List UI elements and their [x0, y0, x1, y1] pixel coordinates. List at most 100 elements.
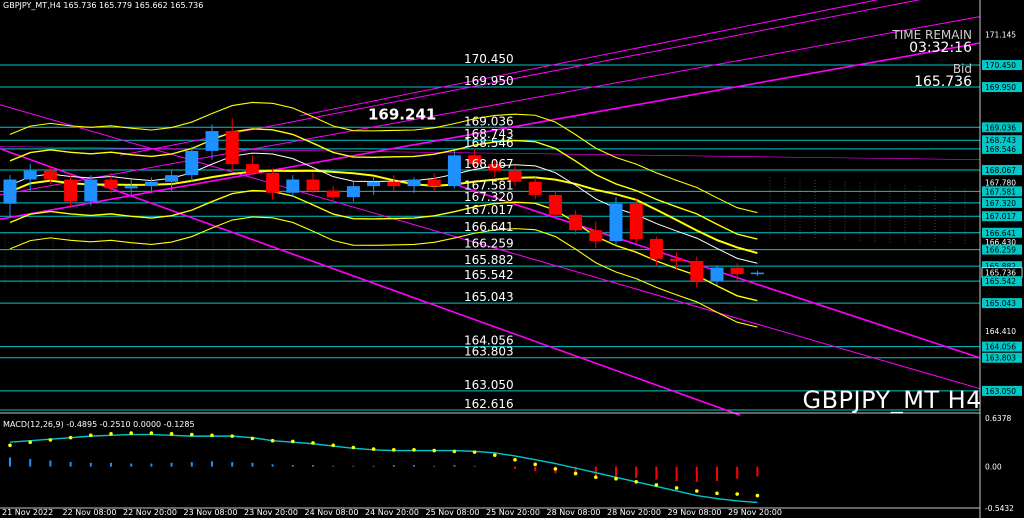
candle-body	[185, 150, 199, 176]
candle-body	[387, 181, 401, 187]
candle-body	[84, 179, 98, 202]
macd-tick-label: 0.6378	[985, 414, 1011, 423]
candle-body	[165, 175, 179, 182]
candle-body	[447, 155, 461, 187]
price-tick-label: 164.056	[985, 343, 1016, 352]
price-tick-label: 163.050	[985, 387, 1016, 396]
macd-dot	[210, 433, 214, 438]
macd-dot	[634, 480, 638, 484]
macd-dot	[614, 476, 618, 481]
candle-body	[3, 179, 17, 204]
time-tick-label: 29 Nov 08:00	[668, 508, 722, 517]
time-tick-label: 24 Nov 20:00	[365, 508, 419, 517]
price-tick-label: 166.641	[985, 229, 1016, 238]
macd-dot	[68, 435, 73, 440]
level-label: 168.067	[464, 157, 514, 171]
time-tick-label: 23 Nov 20:00	[244, 508, 298, 517]
candle-body	[710, 267, 724, 281]
time-tick-label: 28 Nov 20:00	[607, 508, 661, 517]
price-chart[interactable]: 170.450169.950169.036168.743168.546168.0…	[0, 0, 1024, 518]
candle-body	[124, 186, 138, 189]
high-label: 169.241	[368, 105, 436, 123]
macd-dot	[755, 493, 760, 498]
time-tick-label: 23 Nov 08:00	[184, 508, 238, 517]
price-tick-label: 171.145	[985, 30, 1016, 39]
time-tick-label: 25 Nov 08:00	[426, 508, 480, 517]
macd-dot	[654, 483, 659, 487]
channel-line	[299, 0, 879, 117]
macd-dot	[48, 438, 53, 442]
candle-body	[730, 267, 744, 275]
macd-dot	[109, 432, 113, 436]
macd-signal-line	[9, 433, 758, 504]
macd-header: MACD(12,26,9) -0.4895 -0.2510 0.0000 -0.…	[3, 420, 195, 429]
level-label: 163.050	[464, 378, 514, 392]
macd-dot	[89, 433, 93, 438]
candle-body	[346, 186, 360, 198]
price-tick-label: 166.259	[985, 246, 1016, 255]
price-tick-label: 163.803	[985, 354, 1016, 363]
time-tick-label: 22 Nov 08:00	[63, 508, 117, 517]
price-tick-label: 168.546	[985, 145, 1016, 154]
candle-body	[104, 179, 118, 189]
macd-dot	[432, 448, 437, 453]
macd-dot	[351, 445, 356, 450]
price-tick-label: 165.542	[985, 277, 1016, 286]
macd-dot	[291, 439, 295, 444]
price-tick-label: 167.320	[985, 199, 1016, 208]
time-tick-label: 21 Nov 2022	[2, 508, 53, 517]
macd-dot	[169, 432, 174, 436]
time-tick-label: 29 Nov 20:00	[728, 508, 782, 517]
macd-dot	[371, 447, 376, 451]
candle-body	[528, 181, 542, 195]
level-label: 165.043	[464, 290, 514, 304]
macd-dot	[190, 432, 194, 437]
price-tick-label: 167.581	[985, 187, 1016, 196]
macd-dot	[674, 486, 679, 490]
macd-dot	[472, 450, 477, 454]
bid-value: 165.736	[914, 74, 972, 90]
macd-dot	[129, 431, 133, 435]
candle-body	[670, 258, 684, 261]
level-label: 165.882	[464, 253, 514, 267]
price-tick-label: 169.950	[985, 83, 1016, 92]
candle-body	[266, 172, 280, 193]
candle-body	[548, 194, 562, 215]
time-remain-value: 03:32:16	[909, 40, 972, 56]
candle-body	[427, 179, 441, 187]
candle-body	[326, 190, 340, 198]
macd-dot	[715, 491, 719, 496]
price-tick-label: 167.017	[985, 212, 1016, 221]
macd-dot	[270, 438, 275, 443]
macd-tick-label: -0.5432	[985, 504, 1014, 513]
channel-line	[119, 0, 921, 156]
level-label: 166.641	[464, 220, 514, 234]
candle-body	[286, 179, 300, 193]
candle-body	[649, 238, 663, 259]
macd-tick-label: 0.00	[985, 463, 1002, 472]
level-label: 170.450	[464, 52, 514, 66]
macd-dot	[149, 431, 154, 435]
price-tick-label: 170.450	[985, 61, 1016, 70]
price-tick-label: 169.036	[985, 123, 1016, 132]
macd-dot	[452, 449, 457, 454]
candle-body	[407, 179, 421, 187]
candle-body	[205, 131, 219, 151]
level-label: 167.320	[464, 190, 514, 204]
macd-dot	[28, 440, 32, 445]
time-tick-label: 24 Nov 08:00	[305, 508, 359, 517]
candle-body	[367, 181, 381, 187]
time-tick-label: 28 Nov 08:00	[547, 508, 601, 517]
level-label: 166.259	[464, 237, 514, 251]
candle-body	[629, 203, 643, 239]
candle-body	[144, 181, 158, 187]
macd-dot	[8, 443, 12, 448]
macd-dot	[553, 467, 558, 471]
candle-body	[43, 170, 57, 180]
candle-body	[589, 230, 603, 242]
outer-lower-band	[9, 216, 758, 328]
candle-body	[245, 164, 259, 173]
macd-dot	[735, 492, 739, 496]
candle-body	[23, 170, 37, 180]
candle-body	[569, 214, 583, 231]
